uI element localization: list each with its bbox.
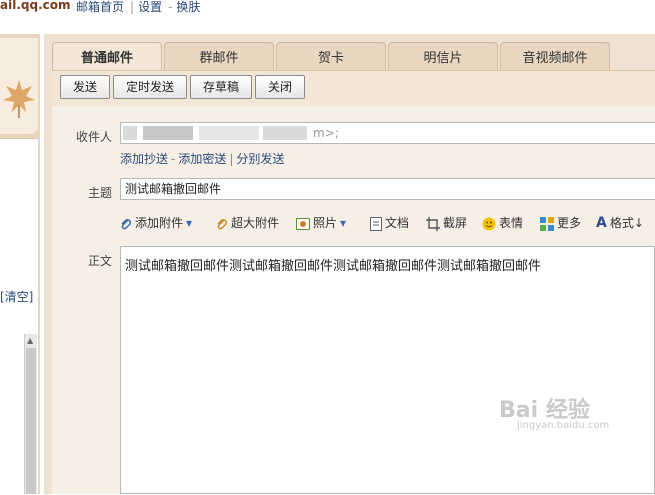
- photo-button[interactable]: 照片 ▾: [296, 214, 346, 231]
- separate-send-link[interactable]: 分别发送: [236, 152, 284, 166]
- screenshot-icon: [426, 216, 440, 231]
- format-button[interactable]: A 格式↓: [596, 214, 644, 231]
- more-button[interactable]: 更多: [540, 214, 581, 231]
- scroll-up-icon[interactable]: ▲: [27, 336, 33, 345]
- document-icon: [370, 216, 382, 231]
- mail-home-link[interactable]: 邮箱首页: [76, 0, 124, 14]
- compose-form: 收件人 m>; 添加抄送 - 添加密送 | 分别发送 主题 测试邮箱撤回邮件 添加附件 ▾…: [52, 106, 655, 494]
- skin-link[interactable]: 换肤: [176, 0, 200, 14]
- top-links: 邮箱首页 | 设置 - 换肤: [76, 0, 201, 14]
- body-editor[interactable]: 测试邮箱撤回邮件测试邮箱撤回邮件测试邮箱撤回邮件测试邮箱撤回邮件: [120, 246, 655, 494]
- grid-icon: [540, 216, 554, 231]
- sidebar-decoration: [0, 38, 38, 134]
- paperclip-icon: [121, 218, 131, 229]
- subject-input[interactable]: 测试邮箱撤回邮件: [120, 178, 655, 200]
- compose-toolbar: 发送 定时发送 存草稿 关闭: [52, 70, 655, 105]
- close-button[interactable]: 关闭: [255, 75, 305, 99]
- tab-group-mail[interactable]: 群邮件: [164, 42, 274, 71]
- maple-leaf-icon: [3, 80, 35, 118]
- to-label: 收件人: [75, 130, 112, 144]
- scroll-thumb[interactable]: [26, 348, 36, 494]
- chevron-down-icon[interactable]: ▾: [186, 216, 192, 230]
- tab-normal-mail[interactable]: 普通邮件: [52, 42, 162, 71]
- tab-postcard[interactable]: 明信片: [388, 42, 498, 71]
- photo-icon: [296, 217, 310, 230]
- to-field[interactable]: m>;: [120, 122, 655, 144]
- save-draft-button[interactable]: 存草稿: [190, 75, 252, 99]
- screenshot-button[interactable]: 截屏: [426, 214, 467, 231]
- add-cc-link[interactable]: 添加抄送: [120, 152, 168, 166]
- compose-main: 普通邮件 群邮件 贺卡 明信片 音视频邮件 发送 定时发送 存草稿 关闭 收件人…: [44, 34, 655, 494]
- scheduled-send-button[interactable]: 定时发送: [113, 75, 187, 99]
- font-a-icon: A: [596, 215, 607, 231]
- sidebar-scrollbar[interactable]: ▲: [24, 334, 37, 494]
- baidu-watermark: Bai 经验 jingyan.baidu.com: [499, 398, 610, 431]
- body-label: 正文: [87, 254, 112, 268]
- recipient-options: 添加抄送 - 添加密送 | 分别发送: [120, 152, 285, 166]
- add-bcc-link[interactable]: 添加密送: [178, 152, 226, 166]
- chevron-down-icon[interactable]: ▾: [340, 216, 346, 230]
- emoji-button[interactable]: 表情: [482, 214, 523, 231]
- to-value-tail: m>;: [313, 126, 339, 140]
- large-attachment-button[interactable]: 超大附件: [216, 214, 279, 231]
- left-panel: [清空] ▲: [0, 34, 40, 495]
- document-button[interactable]: 文档: [370, 214, 409, 231]
- settings-link[interactable]: 设置: [138, 0, 162, 14]
- send-button[interactable]: 发送: [60, 75, 110, 99]
- clear-link[interactable]: [清空]: [0, 288, 33, 305]
- subject-label: 主题: [87, 186, 112, 200]
- paperclip-icon: [217, 218, 227, 229]
- top-bar: ail.qq.com 邮箱首页 | 设置 - 换肤: [0, 0, 655, 34]
- smiley-icon: [482, 217, 496, 230]
- add-attachment-button[interactable]: 添加附件 ▾: [120, 214, 192, 231]
- brand-domain: ail.qq.com: [0, 0, 71, 12]
- tab-greeting-card[interactable]: 贺卡: [276, 42, 386, 71]
- tab-av-mail[interactable]: 音视频邮件: [500, 42, 610, 71]
